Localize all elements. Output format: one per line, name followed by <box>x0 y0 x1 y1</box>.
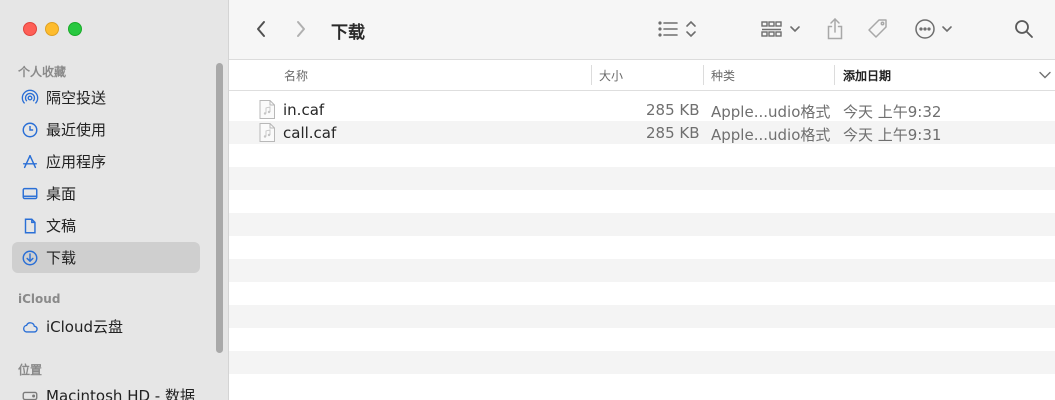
column-divider[interactable] <box>591 65 592 85</box>
column-header-name[interactable]: 名称 <box>284 67 308 84</box>
group-button[interactable] <box>760 14 802 44</box>
audio-file-icon <box>259 123 275 142</box>
sidebar-item-label: 应用程序 <box>46 153 107 171</box>
document-icon <box>20 216 40 236</box>
sidebar-item-label: 桌面 <box>46 185 77 203</box>
sidebar-item-recents[interactable]: 最近使用 <box>12 114 200 145</box>
grid-group-icon <box>761 21 800 37</box>
sidebar-item-label: 文稿 <box>46 217 77 235</box>
close-window-button[interactable] <box>23 22 37 36</box>
chevron-down-icon[interactable] <box>1039 71 1051 79</box>
toolbar: 下载 <box>229 0 1055 60</box>
file-kind: Apple...udio格式 <box>711 103 831 121</box>
column-header-date-added[interactable]: 添加日期 <box>843 67 891 84</box>
view-mode-button[interactable] <box>657 14 699 44</box>
download-icon <box>20 248 40 268</box>
audio-file-icon <box>259 100 275 119</box>
ellipsis-circle-icon <box>915 19 952 39</box>
search-icon <box>1015 20 1033 38</box>
back-button[interactable] <box>251 14 271 44</box>
empty-row <box>229 236 1055 259</box>
empty-row <box>229 282 1055 305</box>
table-row[interactable]: in.caf 285 KB Apple...udio格式 今天 上午9:32 <box>229 98 1055 121</box>
tag-icon <box>868 19 887 38</box>
share-button[interactable] <box>824 14 846 44</box>
more-actions-button[interactable] <box>914 14 956 44</box>
window-title: 下载 <box>331 23 365 43</box>
column-header-kind[interactable]: 种类 <box>711 67 735 84</box>
sidebar-item-label: Macintosh HD - 数据 <box>46 387 195 400</box>
minimize-window-button[interactable] <box>45 22 59 36</box>
file-kind: Apple...udio格式 <box>711 126 831 144</box>
share-icon <box>827 17 843 40</box>
forward-button[interactable] <box>291 14 311 44</box>
sidebar-item-label: 下载 <box>46 249 77 267</box>
sidebar-item-airdrop[interactable]: 隔空投送 <box>12 82 200 113</box>
file-rows: in.caf 285 KB Apple...udio格式 今天 上午9:32 c… <box>229 98 1055 397</box>
sidebar-item-documents[interactable]: 文稿 <box>12 210 200 241</box>
sidebar-item-icloud-drive[interactable]: iCloud云盘 <box>12 311 200 342</box>
column-header-size[interactable]: 大小 <box>599 67 623 84</box>
search-button[interactable] <box>1013 14 1035 44</box>
chevron-right-icon <box>297 21 305 37</box>
column-divider[interactable] <box>834 65 835 85</box>
file-date-added: 今天 上午9:32 <box>843 103 942 121</box>
finder-window: 个人收藏 隔空投送 最近使用 应用程序 桌面 文稿 下载 iCloud iClo… <box>0 0 1055 400</box>
file-list: 名称 大小 种类 添加日期 in.caf 285 KB Apple...udio… <box>229 60 1055 400</box>
airdrop-icon <box>20 88 40 108</box>
sidebar-item-label: 最近使用 <box>46 121 107 139</box>
clock-icon <box>20 120 40 140</box>
file-name: in.caf <box>283 101 325 119</box>
empty-row <box>229 305 1055 328</box>
empty-row <box>229 328 1055 351</box>
sidebar-section-locations: 位置 <box>18 363 43 377</box>
sidebar-scrollbar[interactable] <box>216 63 223 353</box>
tag-button[interactable] <box>866 14 890 44</box>
table-row[interactable]: call.caf 285 KB Apple...udio格式 今天 上午9:31 <box>229 121 1055 144</box>
sidebar-item-label: 隔空投送 <box>46 89 107 107</box>
file-size: 285 KB <box>646 124 700 142</box>
disk-icon <box>20 386 40 400</box>
sidebar-item-applications[interactable]: 应用程序 <box>12 146 200 177</box>
zoom-window-button[interactable] <box>68 22 82 36</box>
file-size: 285 KB <box>646 101 700 119</box>
sidebar-item-label: iCloud云盘 <box>46 318 124 336</box>
sidebar-item-downloads[interactable]: 下载 <box>12 242 200 273</box>
list-view-icon <box>658 20 696 38</box>
chevron-left-icon <box>257 21 265 37</box>
empty-row <box>229 190 1055 213</box>
empty-row <box>229 374 1055 397</box>
file-name: call.caf <box>283 124 337 142</box>
empty-row <box>229 351 1055 374</box>
column-divider[interactable] <box>703 65 704 85</box>
sidebar-section-icloud: iCloud <box>18 292 61 306</box>
empty-row <box>229 167 1055 190</box>
cloud-icon <box>20 317 40 337</box>
applications-icon <box>20 152 40 172</box>
sidebar: 个人收藏 隔空投送 最近使用 应用程序 桌面 文稿 下载 iCloud iClo… <box>0 0 229 400</box>
file-date-added: 今天 上午9:31 <box>843 126 942 144</box>
empty-row <box>229 259 1055 282</box>
empty-row <box>229 144 1055 167</box>
sidebar-item-desktop[interactable]: 桌面 <box>12 178 200 209</box>
empty-row <box>229 213 1055 236</box>
sidebar-section-favorites: 个人收藏 <box>18 65 67 79</box>
column-header-row: 名称 大小 种类 添加日期 <box>229 60 1055 91</box>
sidebar-item-macintosh-hd[interactable]: Macintosh HD - 数据 <box>12 380 200 400</box>
desktop-icon <box>20 184 40 204</box>
